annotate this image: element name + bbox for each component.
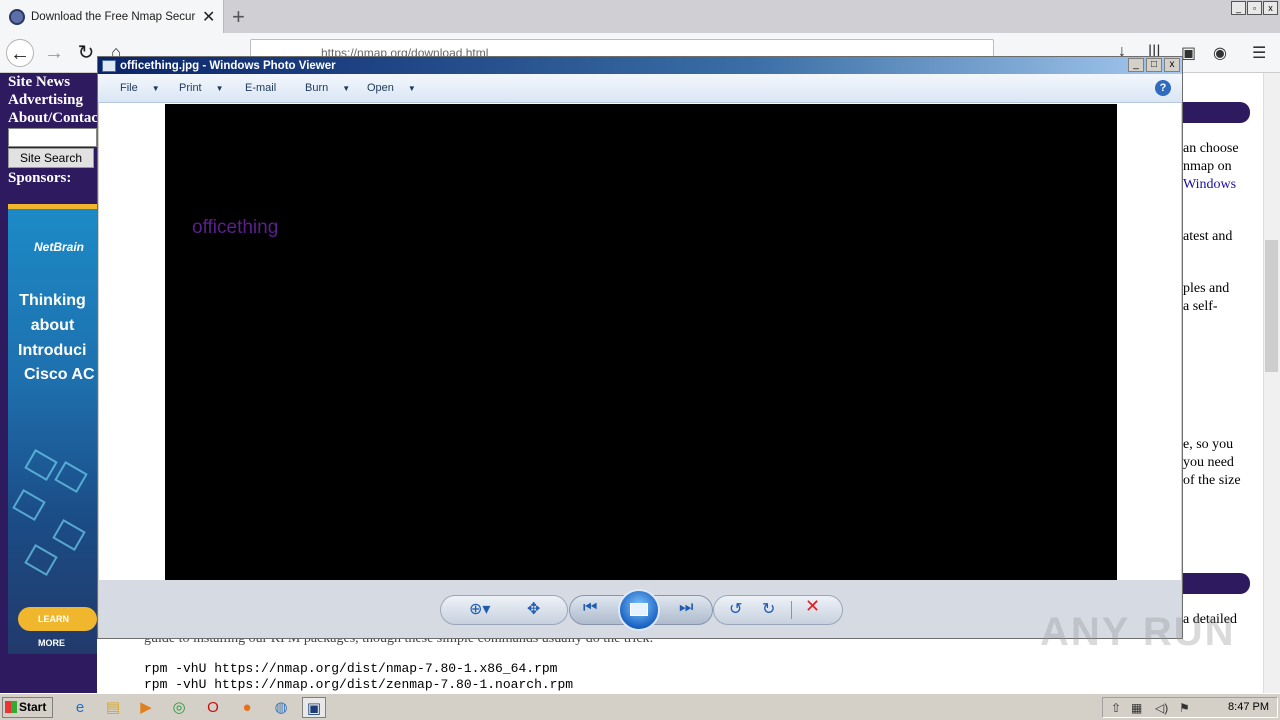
clock[interactable]: 8:47 PM [1228, 701, 1269, 713]
menu-burn-label: Burn [305, 82, 329, 94]
close-button[interactable]: x [1263, 1, 1278, 15]
menu-print-label: Print [179, 82, 202, 94]
account-icon[interactable]: ◉ [1213, 43, 1227, 63]
displayed-photo: officething [165, 104, 1117, 580]
viewer-close-button[interactable]: x [1164, 58, 1180, 72]
sponsors-heading: Sponsors: [8, 170, 72, 186]
ad-brand-logo: NetBrain [34, 240, 85, 254]
page-text-line: of the size [1183, 473, 1241, 488]
new-tab-button[interactable]: + [232, 4, 245, 30]
viewer-control-bar: ⊕▾ ✥ ⏮ ⏭ ↺ ↻ ✕ [99, 580, 1181, 638]
delete-icon[interactable]: ✕ [805, 596, 820, 617]
menu-icon[interactable]: ☰ [1252, 43, 1266, 63]
minimize-button[interactable]: _ [1231, 1, 1246, 15]
rotate-counterclockwise-icon[interactable]: ↺ [729, 599, 742, 619]
control-separator [791, 601, 792, 619]
ie-icon[interactable]: e [68, 697, 92, 718]
page-scrollbar[interactable] [1263, 73, 1280, 693]
section-header-bar [1183, 573, 1250, 594]
windows-logo-icon [5, 701, 17, 713]
viewer-window-controls: _ □ x [1128, 58, 1180, 72]
nav-link-advertising[interactable]: Advertising [8, 92, 83, 109]
sponsor-ad[interactable] [8, 204, 97, 654]
previous-icon[interactable]: ⏮ [583, 599, 597, 617]
tray-expand-icon[interactable]: ⇧ [1111, 701, 1121, 715]
nmap-eye-icon [9, 8, 25, 25]
viewer-title: officething.jpg - Windows Photo Viewer [120, 59, 336, 72]
page-text-line: e, so you [1183, 437, 1234, 452]
media-player-icon[interactable]: ▶ [134, 697, 158, 718]
page-text-line: a self- [1183, 299, 1218, 314]
hexagon-decoration [54, 460, 88, 494]
menu-burn[interactable]: Burn ▼ [305, 82, 350, 94]
zoom-icon[interactable]: ⊕▾ [469, 599, 490, 619]
reload-button[interactable]: ↻ [72, 39, 100, 67]
menu-open-label: Open [367, 82, 394, 94]
hexagon-decoration [12, 488, 46, 522]
menu-open[interactable]: Open ▼ [367, 82, 416, 94]
ad-line: Cisco AC [24, 366, 95, 383]
hexagon-decoration [24, 543, 58, 577]
photo-viewer-app-icon [102, 59, 116, 72]
site-search-button[interactable]: Site Search [8, 148, 94, 168]
next-icon[interactable]: ⏭ [679, 599, 693, 617]
menu-print[interactable]: Print ▼ [179, 82, 224, 94]
hexagon-decoration [52, 518, 86, 552]
actual-size-icon[interactable]: ✥ [527, 599, 540, 619]
menu-file-label: File [120, 82, 138, 94]
tab-close-button[interactable]: ✕ [202, 7, 215, 27]
viewer-title-bar[interactable]: officething.jpg - Windows Photo Viewer [98, 57, 1182, 74]
network-app-icon[interactable]: ◍ [269, 697, 293, 718]
nav-link-site-news[interactable]: Site News [8, 74, 70, 91]
page-text-line: an choose [1183, 141, 1239, 156]
scrollbar-thumb[interactable] [1265, 240, 1278, 372]
ad-line: Thinking [19, 292, 86, 309]
ad-line: Introduci [18, 342, 87, 359]
maximize-button[interactable]: ▫ [1247, 1, 1262, 15]
sidebar-icon[interactable]: ▣ [1181, 43, 1196, 63]
windows-taskbar: Start e ▤ ▶ ◎ O ● ◍ ▣ ⇧ ▦ ◁) ⚑ 8:47 PM [0, 693, 1280, 720]
menu-email[interactable]: E-mail [245, 82, 276, 94]
windows-link[interactable]: Windows [1183, 177, 1236, 193]
hexagon-decoration [24, 448, 58, 482]
ad-learn-more-button[interactable]: LEARN MORE [18, 607, 97, 648]
volume-icon[interactable]: ◁) [1155, 701, 1168, 715]
chrome-icon[interactable]: ◎ [167, 697, 191, 718]
ad-line: about [30, 317, 75, 334]
forward-button[interactable]: → [40, 39, 68, 67]
photo-viewer-window: officething.jpg - Windows Photo Viewer _… [97, 56, 1183, 639]
opera-icon[interactable]: O [201, 697, 225, 718]
firefox-icon[interactable]: ● [235, 697, 259, 718]
slideshow-icon[interactable] [618, 589, 660, 631]
page-text-line: ples and [1183, 281, 1230, 296]
photo-text: officething [192, 217, 279, 238]
network-tray-icon[interactable]: ▦ [1131, 701, 1142, 715]
page-text-line: nmap on [1183, 159, 1232, 174]
page-text-line: you need [1183, 455, 1234, 470]
rpm-command: rpm -vhU https://nmap.org/dist/nmap-7.80… [144, 661, 558, 676]
photo-viewer-taskbar-icon[interactable]: ▣ [302, 697, 326, 718]
ad-accent-stripe [8, 204, 97, 209]
page-text-line: atest and [1183, 229, 1233, 244]
control-pill-left [440, 595, 568, 625]
action-center-flag-icon[interactable]: ⚑ [1179, 701, 1190, 715]
system-tray: ⇧ ▦ ◁) ⚑ 8:47 PM [1102, 697, 1278, 718]
browser-tab[interactable]: Download the Free Nmap Security Scanner … [0, 0, 224, 33]
rotate-clockwise-icon[interactable]: ↻ [762, 599, 775, 619]
anyrun-watermark: ANY RUN [1040, 610, 1236, 654]
explorer-icon[interactable]: ▤ [101, 697, 125, 718]
back-button[interactable]: ← [6, 39, 34, 67]
section-header-bar [1183, 102, 1250, 123]
nav-link-about-contact[interactable]: About/Contact [8, 110, 97, 127]
viewer-menu-bar: File ▼ Print ▼ E-mail Burn ▼ Open ▼ ? [98, 74, 1182, 103]
viewer-maximize-button[interactable]: □ [1146, 58, 1162, 72]
viewer-minimize-button[interactable]: _ [1128, 58, 1144, 72]
tab-title: Download the Free Nmap Security Scanner [31, 10, 196, 23]
help-icon[interactable]: ? [1155, 80, 1171, 96]
site-search-input[interactable] [8, 128, 97, 147]
rpm-command: rpm -vhU https://nmap.org/dist/zenmap-7.… [144, 677, 574, 692]
browser-tab-bar: Download the Free Nmap Security Scanner … [0, 0, 1280, 33]
menu-file[interactable]: File ▼ [120, 82, 160, 94]
browser-window-controls: _ ▫ x [1231, 1, 1278, 15]
